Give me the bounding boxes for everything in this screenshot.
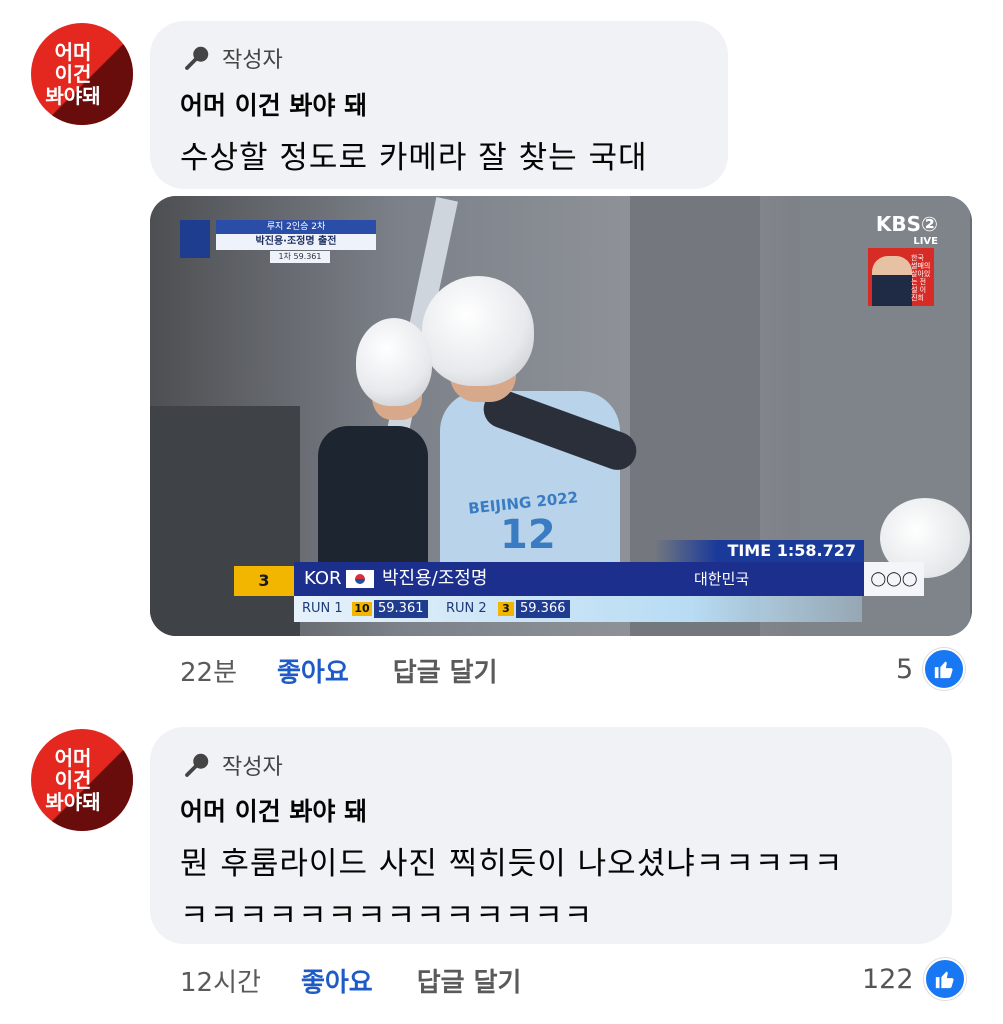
channel-name: KBS② — [875, 212, 938, 236]
channel-logo: KBS② LIVE — [876, 212, 938, 247]
run2-rank: 3 — [498, 602, 514, 616]
author-badge: 작성자 — [182, 749, 283, 781]
run1-rank: 10 — [352, 602, 372, 616]
run-times: RUN 1 10 59.361 RUN 2 3 59.366 — [294, 596, 862, 622]
microphone-icon — [185, 46, 209, 70]
comment-actions: 12시간 좋아요 답글 달기 — [180, 962, 521, 999]
reply-button[interactable]: 답글 달기 — [417, 962, 522, 999]
thumbs-up-glyph — [935, 971, 954, 989]
athletes-header: 박진용·조정명 출전 — [216, 234, 376, 250]
run2-time: 59.366 — [516, 600, 570, 618]
reaction-count: 5 — [896, 653, 914, 685]
total-time: TIME 1:58.727 — [654, 540, 864, 562]
avatar-text-line: 어머 — [54, 40, 92, 64]
microphone-icon — [185, 753, 209, 777]
anchor-person — [872, 256, 912, 306]
run1-header: 1차 59.361 — [270, 251, 330, 263]
author-badge-label: 작성자 — [222, 48, 283, 73]
reaction-summary[interactable]: 5 — [896, 648, 966, 690]
beijing-logo-icon — [180, 220, 210, 258]
country-code: KOR — [304, 568, 342, 589]
run1-label: RUN 1 — [302, 601, 343, 616]
thumbs-up-icon — [923, 958, 966, 1000]
reaction-summary[interactable]: 122 — [862, 958, 966, 1000]
athlete-names: 박진용/조정명 — [382, 568, 488, 589]
reaction-count: 122 — [862, 963, 914, 995]
avatar-text-line: 봐야돼 — [45, 790, 101, 814]
comment-actions: 22분 좋아요 답글 달기 — [180, 652, 498, 689]
anchor-inset: 한국 썰매의 살아있는 전설 이진희 — [868, 248, 934, 306]
olympic-rings-icon: ◯◯◯ — [864, 562, 924, 596]
photo-pillar — [150, 406, 300, 636]
avatar[interactable]: 어머 이건 봐야돼 — [31, 729, 133, 831]
avatar-text-line: 이건 — [54, 768, 92, 792]
event-title: 루지 2인승 2차 — [216, 220, 376, 234]
avatar-text-line: 봐야돼 — [45, 84, 101, 108]
avatar-text-line: 이건 — [54, 62, 92, 86]
athlete-row: KOR 박진용/조정명 대한민국 — [294, 562, 864, 596]
author-badge-label: 작성자 — [222, 755, 283, 780]
like-button[interactable]: 좋아요 — [277, 652, 349, 689]
avatar-text-line: 어머 — [54, 746, 92, 770]
avatar[interactable]: 어머 이건 봐야돼 — [31, 23, 133, 125]
comment-text: ㅋㅋㅋㅋㅋㅋㅋㅋㅋㅋㅋㅋㅋㅋ — [180, 898, 594, 934]
run2-label: RUN 2 — [446, 601, 487, 616]
comment-time[interactable]: 12시간 — [180, 962, 261, 999]
attached-photo[interactable]: BEIJING 2022 12 루지 2인승 2차 박진용·조정명 출전 1차 … — [150, 196, 972, 636]
avatar-text: 어머 이건 봐야돼 — [45, 41, 101, 107]
thumbs-up-glyph — [935, 661, 953, 679]
comment-text: 뭔 후룸라이드 사진 찍히듯이 나오셨냐ㅋㅋㅋㅋㅋ — [180, 846, 844, 882]
bib-number: 12 — [500, 512, 556, 558]
helmet — [422, 276, 534, 386]
run1-time: 59.361 — [374, 600, 428, 618]
avatar-text: 어머 이건 봐야돼 — [45, 747, 101, 813]
reply-button[interactable]: 답글 달기 — [393, 652, 498, 689]
rank-badge: 3 — [234, 566, 294, 596]
country-name: 대한민국 — [694, 570, 750, 588]
korea-flag-icon — [346, 570, 374, 588]
comment-text: 수상할 정도로 카메라 잘 찾는 국대 — [180, 140, 648, 176]
taegeuk-icon — [355, 574, 365, 584]
thumbs-up-icon — [923, 648, 966, 690]
author-badge: 작성자 — [182, 42, 283, 74]
like-button[interactable]: 좋아요 — [301, 962, 373, 999]
author-name[interactable]: 어머 이건 봐야 돼 — [180, 792, 367, 828]
anchor-caption: 한국 썰매의 살아있는 전설 이진희 — [911, 254, 931, 302]
helmet — [356, 318, 432, 406]
author-name[interactable]: 어머 이건 봐야 돼 — [180, 86, 367, 122]
live-label: LIVE — [913, 236, 938, 247]
comment-time[interactable]: 22분 — [180, 652, 237, 689]
